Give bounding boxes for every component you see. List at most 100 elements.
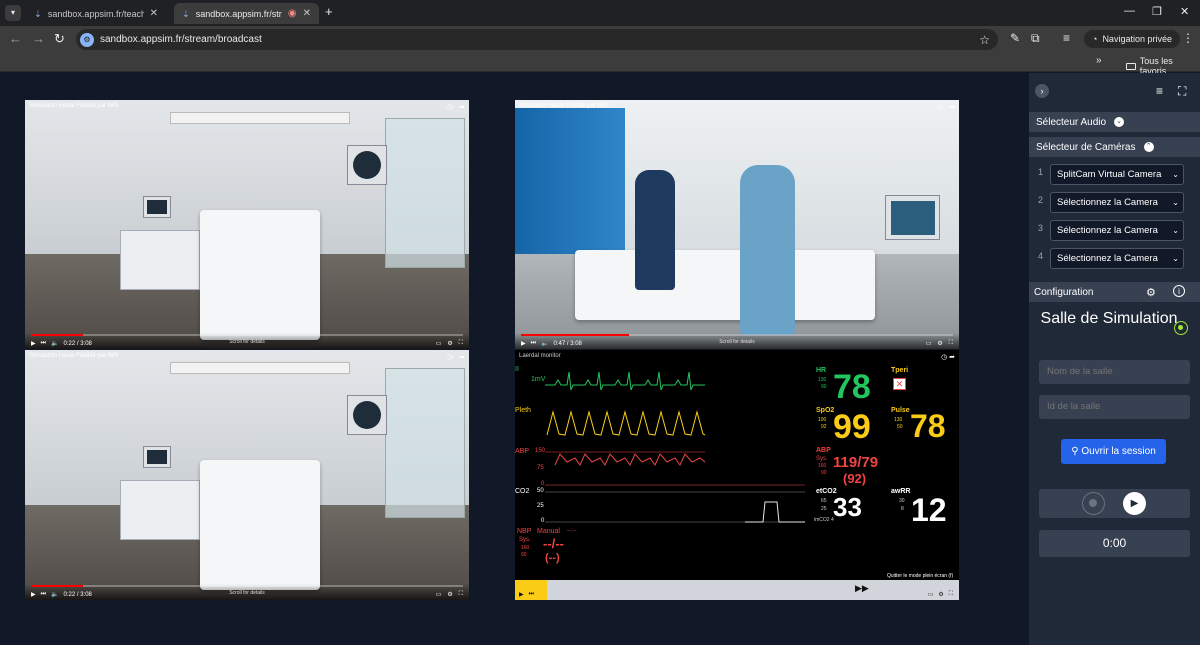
clock-icon[interactable]: ◷ <box>447 103 453 111</box>
play-icon[interactable]: ▶ <box>519 591 524 598</box>
video-progress[interactable] <box>31 334 463 336</box>
recording-icon: ◉ <box>287 8 297 19</box>
puzzle-icon[interactable]: ⧉ <box>1031 31 1040 46</box>
room-title: Salle de Simulation <box>1040 310 1178 327</box>
spo2-value: 99 <box>833 408 871 446</box>
scene-ventilator <box>347 145 387 185</box>
scene-bed <box>575 250 875 320</box>
tab-stream[interactable]: ⇣ sandbox.appsim.fr/stream/b ◉ ✕ <box>174 3 319 24</box>
private-mode-badge[interactable]: ◔ Navigation privée <box>1084 30 1180 48</box>
share-icon[interactable]: ➦ <box>949 103 955 111</box>
collapse-panel-button[interactable]: › <box>1035 84 1049 98</box>
scene-monitor <box>885 195 940 240</box>
fullscreen-icon[interactable]: ⛶ <box>1178 84 1186 99</box>
camera-selector-label: Sélecteur de Caméras <box>1036 141 1136 153</box>
room-id-input[interactable] <box>1039 395 1190 419</box>
abp-scale-low: 0 <box>541 481 545 487</box>
extension-icon[interactable]: ✎ <box>1010 31 1020 45</box>
settings-icon[interactable]: ⚙ <box>938 591 943 598</box>
abp-num-lo: 90 <box>821 470 827 476</box>
next-icon[interactable]: ⏭ <box>529 591 534 598</box>
co2-wave <box>745 501 805 523</box>
video-top-left[interactable]: Simulation Haute Fidélité par IMS ◷ ➦ ▶ ⏭ 🔈… <box>25 100 469 349</box>
abp-num-value: 119/79 <box>833 454 879 471</box>
chevron-down-icon: ⌄ <box>1172 254 1179 263</box>
close-icon[interactable]: ✕ <box>144 8 158 19</box>
chevron-down-icon[interactable]: ⌄ <box>1114 117 1125 127</box>
co2-label: CO2 <box>515 488 530 495</box>
share-icon[interactable]: ➦ <box>459 353 465 361</box>
clock-icon[interactable]: ◷ <box>937 103 943 111</box>
close-icon[interactable]: ✕ <box>297 8 311 19</box>
camera-select-4[interactable]: Sélectionnez la Camera ⌄ <box>1050 248 1184 269</box>
live-status-icon <box>1174 321 1188 335</box>
video-bottom-left[interactable]: Simulation Haute Fidélité par IMS ◷ ➦ ▶ ⏭ 🔈… <box>25 350 469 600</box>
incognito-icon: ◔ <box>1092 34 1098 44</box>
menu-icon[interactable]: ⋮ <box>1182 31 1194 45</box>
site-info-icon[interactable]: ⚙ <box>80 32 94 47</box>
info-icon[interactable]: i <box>1173 285 1185 297</box>
nbp-sys-hi: 160 <box>521 545 530 551</box>
room-name-input[interactable] <box>1039 360 1190 384</box>
settings-icon[interactable]: ⚙ <box>447 340 452 347</box>
open-session-button[interactable]: ⚲ Ouvrir la session <box>1061 439 1166 464</box>
more-bookmarks-icon[interactable]: » <box>1096 55 1102 66</box>
etco2-value: 33 <box>833 492 862 522</box>
fullscreen-icon[interactable]: ⛶ <box>459 340 463 347</box>
captions-icon[interactable]: ▭ <box>436 591 442 598</box>
record-button[interactable] <box>1082 492 1105 515</box>
chevron-down-icon: ⌄ <box>1172 198 1179 207</box>
fullscreen-icon[interactable]: ⛶ <box>949 340 953 347</box>
share-icon[interactable]: ➦ <box>459 103 465 111</box>
clock-icon[interactable]: ◷ <box>447 353 453 361</box>
bookmark-star-icon[interactable]: ☆ <box>979 33 990 47</box>
video-progress[interactable] <box>521 334 953 336</box>
gear-icon[interactable]: ⚙ <box>1146 286 1156 299</box>
co2-scale-top: 50 <box>537 488 544 494</box>
bookmarks-bar: » Tous les favoris <box>0 52 1200 76</box>
hr-hi: 130 <box>818 377 827 383</box>
camera-select-1[interactable]: SplitCam Virtual Camera ⌄ <box>1050 164 1184 185</box>
close-window-icon[interactable]: ✕ <box>1180 5 1189 18</box>
forward-icon[interactable]: → <box>32 31 45 47</box>
back-icon[interactable]: ← <box>9 31 22 47</box>
restore-icon[interactable]: ❐ <box>1152 5 1162 18</box>
captions-icon[interactable]: ▭ <box>928 591 934 598</box>
camera-selector-header[interactable]: Sélecteur de Caméras ⌃ <box>1029 137 1200 157</box>
captions-icon[interactable]: ▭ <box>436 340 442 347</box>
awrr-lo: 8 <box>901 506 904 512</box>
scene-staff-1 <box>635 170 675 290</box>
awrr-value: 12 <box>911 492 947 528</box>
minimize-icon[interactable]: — <box>1124 5 1135 17</box>
tab-teacher[interactable]: ⇣ sandbox.appsim.fr/teacher/tea ✕ <box>26 3 166 24</box>
hamburger-menu-icon[interactable]: ≡ <box>1156 84 1163 98</box>
captions-icon[interactable]: ▭ <box>926 340 932 347</box>
settings-icon[interactable]: ⚙ <box>937 340 942 347</box>
tab-search-button[interactable]: ▾ <box>5 5 21 21</box>
nbp-label: NBP <box>517 528 532 535</box>
spo2-lo: 92 <box>821 424 827 430</box>
new-tab-button[interactable]: + <box>325 5 333 19</box>
fullscreen-icon[interactable]: ⛶ <box>949 591 953 598</box>
video-top-right[interactable]: Simulation Haute Fidélité par IMS ◷ ➦ ▶ ⏭ 🔈… <box>515 100 959 349</box>
address-bar[interactable]: ⚙ sandbox.appsim.fr/stream/broadcast ☆ <box>76 29 998 50</box>
folder-icon <box>1126 62 1136 70</box>
video-vitals-monitor[interactable]: Laerdal monitor ◷ ➦ II 1mV Pleth ABP 150… <box>515 350 959 600</box>
play-button[interactable]: ▶ <box>1123 492 1146 515</box>
audio-selector-header[interactable]: Sélecteur Audio ⌄ <box>1029 112 1200 132</box>
camera-select-3[interactable]: Sélectionnez la Camera ⌄ <box>1050 220 1184 241</box>
scene-curtain <box>515 108 625 258</box>
chevron-down-icon: ⌄ <box>1172 170 1179 179</box>
settings-icon[interactable]: ⚙ <box>447 591 452 598</box>
abp-scale-mid: 75 <box>537 465 544 471</box>
media-control-icon[interactable]: ≡ <box>1063 31 1070 45</box>
ecg-label: II <box>515 366 519 373</box>
fullscreen-icon[interactable]: ⛶ <box>459 591 463 598</box>
fast-forward-icon[interactable]: ▶▶ <box>855 583 869 594</box>
video-progress[interactable] <box>31 585 463 587</box>
co2-scale-low: 0 <box>541 518 545 524</box>
reload-icon[interactable]: ↻ <box>54 31 65 47</box>
broadcast-page: Simulation Haute Fidélité par IMS ◷ ➦ ▶ ⏭ 🔈… <box>0 73 1200 645</box>
chevron-up-icon[interactable]: ⌃ <box>1143 142 1154 152</box>
camera-select-2[interactable]: Sélectionnez la Camera ⌄ <box>1050 192 1184 213</box>
